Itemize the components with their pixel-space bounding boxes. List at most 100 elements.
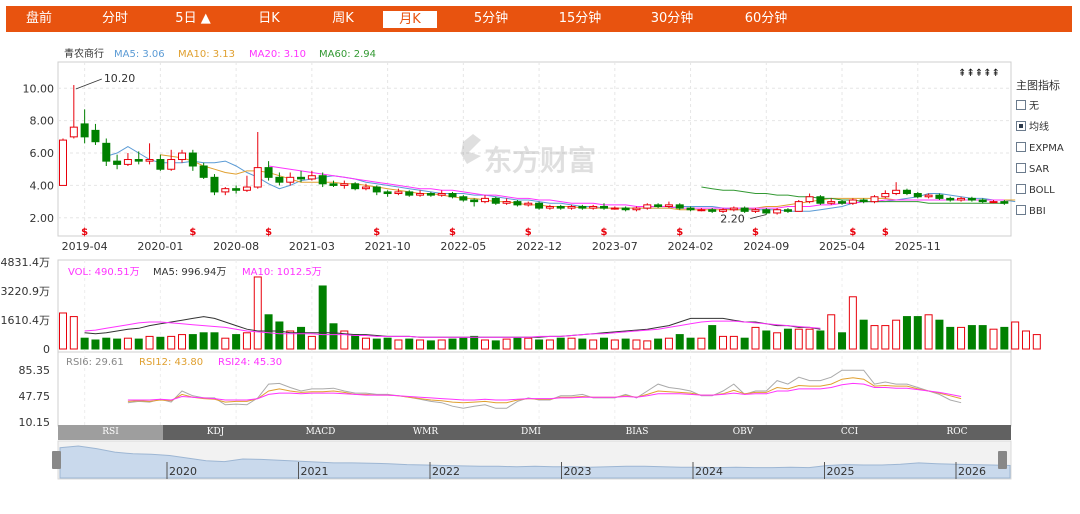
kline-chart[interactable]: 青农商行 MA5: 3.06 MA10: 3.13 MA20: 3.10 MA6… [0, 36, 1080, 486]
volume-bar [762, 330, 771, 350]
navigator-year-label: 2025 [827, 465, 855, 478]
candle-body [827, 201, 836, 204]
dividend-marker-icon: $ [882, 227, 889, 238]
tab-5min[interactable]: 5分钟 [456, 6, 526, 32]
volume-bar [426, 340, 435, 350]
volume-bar [480, 339, 489, 350]
low-pointer [750, 214, 767, 219]
candle-body [448, 193, 457, 198]
tab-30min[interactable]: 30分钟 [634, 6, 710, 32]
candle-body [600, 205, 608, 209]
volume-bar [729, 335, 738, 350]
main-indicator-panel: 主图指标 无 均线 EXPMA SAR BOLL BBI [1016, 76, 1076, 222]
itab-macd[interactable]: MACD [268, 425, 373, 440]
volume-bar [167, 335, 176, 350]
volume-bar [361, 337, 370, 350]
indicator-option-none[interactable]: 无 [1016, 96, 1076, 117]
volume-bar [372, 338, 381, 350]
indicator-option-ma[interactable]: 均线 [1016, 117, 1076, 138]
tab-5day[interactable]: 5日 ▲ [158, 6, 228, 32]
candle-body [675, 204, 684, 209]
date-tick-label: 2022-12 [516, 240, 562, 253]
itab-bias[interactable]: BIAS [584, 425, 690, 440]
tab-60min[interactable]: 60分钟 [728, 6, 804, 32]
candle-body [924, 194, 933, 198]
candle-body [751, 209, 760, 212]
volume-bar [600, 337, 608, 350]
candle-body [329, 183, 338, 186]
checkbox-sar[interactable] [1016, 163, 1026, 173]
candle-body [946, 197, 955, 201]
candle-body [794, 201, 803, 212]
candle-body [654, 204, 663, 207]
dividend-marker-icon: $ [676, 227, 683, 238]
candle-body [123, 159, 132, 165]
itab-kdj[interactable]: KDJ [163, 425, 268, 440]
tab-daily-k[interactable]: 日K [236, 6, 302, 32]
candle-body [978, 199, 987, 203]
volume-axis: 0 1610.4万 3220.9万 4831.4万 [1, 256, 51, 356]
candle-body [870, 196, 879, 203]
price-axis: 2.00 4.00 6.00 8.00 10.00 [23, 82, 55, 225]
indicator-option-expma[interactable]: EXPMA [1016, 138, 1076, 159]
candle-body [394, 191, 403, 195]
volume-bar [69, 316, 78, 350]
indicator-option-sar[interactable]: SAR [1016, 159, 1076, 180]
itab-cci[interactable]: CCI [796, 425, 903, 440]
navigator-right-handle[interactable] [998, 451, 1007, 469]
volume-bar [91, 339, 100, 350]
tab-intraday[interactable]: 分时 [82, 6, 148, 32]
dividend-marker-icon: $ [849, 227, 856, 238]
itab-obv[interactable]: OBV [690, 425, 796, 440]
itab-roc[interactable]: ROC [903, 425, 1011, 440]
candle-body [416, 193, 425, 196]
volume-tick-label: 0 [43, 343, 50, 356]
checkbox-ma[interactable] [1016, 121, 1026, 131]
option-label: BBI [1029, 206, 1046, 217]
candle-body [913, 193, 922, 198]
volume-bar [957, 326, 966, 350]
low-label: 2.20 [720, 213, 745, 226]
itab-wmr[interactable]: WMR [373, 425, 478, 440]
tab-premarket[interactable]: 盘前 [6, 6, 72, 32]
volume-bar [437, 339, 446, 350]
checkbox-expma[interactable] [1016, 142, 1026, 152]
tab-weekly-k[interactable]: 周K [310, 6, 376, 32]
candle-body [524, 202, 533, 206]
tab-monthly-k[interactable]: 月K [383, 11, 437, 28]
volume-bar [1011, 321, 1020, 350]
checkbox-none[interactable] [1016, 100, 1026, 110]
checkbox-boll[interactable] [1016, 184, 1026, 194]
candle-body [502, 201, 511, 204]
volume-bar [567, 337, 576, 350]
high-pointer [75, 78, 102, 90]
candle-body [967, 197, 976, 201]
checkbox-bbi[interactable] [1016, 205, 1026, 215]
dividend-marker-icon: $ [373, 227, 380, 238]
price-tick-label: 8.00 [30, 115, 55, 128]
candle-body [59, 139, 67, 186]
volume-bar [448, 338, 457, 350]
itab-dmi[interactable]: DMI [478, 425, 584, 440]
scroll-arrows-icon[interactable]: ⇞⇞⇞⇞⇞ [958, 68, 1000, 79]
indicator-option-boll[interactable]: BOLL [1016, 180, 1076, 201]
candle-body [156, 159, 165, 170]
date-axis: 2019-04 2020-01 2020-08 2021-03 2021-10 2022-… [62, 240, 941, 253]
rsi-tick-label: 85.35 [19, 364, 51, 377]
volume-bar [643, 340, 652, 350]
indicator-option-bbi[interactable]: BBI [1016, 201, 1076, 222]
tab-15min[interactable]: 15分钟 [542, 6, 618, 32]
date-tick-label: 2024-02 [668, 240, 714, 253]
candle-body [567, 205, 576, 209]
volume-bar [913, 316, 922, 350]
volume-bar [751, 326, 760, 350]
candle-body [881, 193, 890, 198]
volume-bar [794, 328, 803, 350]
price-tick-label: 2.00 [30, 212, 55, 225]
candle-body [664, 204, 673, 207]
candle-body [286, 176, 295, 183]
candle-body [145, 159, 154, 162]
itab-rsi[interactable]: RSI [58, 425, 163, 440]
candle-body [297, 176, 306, 180]
navigator-left-handle[interactable] [52, 451, 61, 469]
